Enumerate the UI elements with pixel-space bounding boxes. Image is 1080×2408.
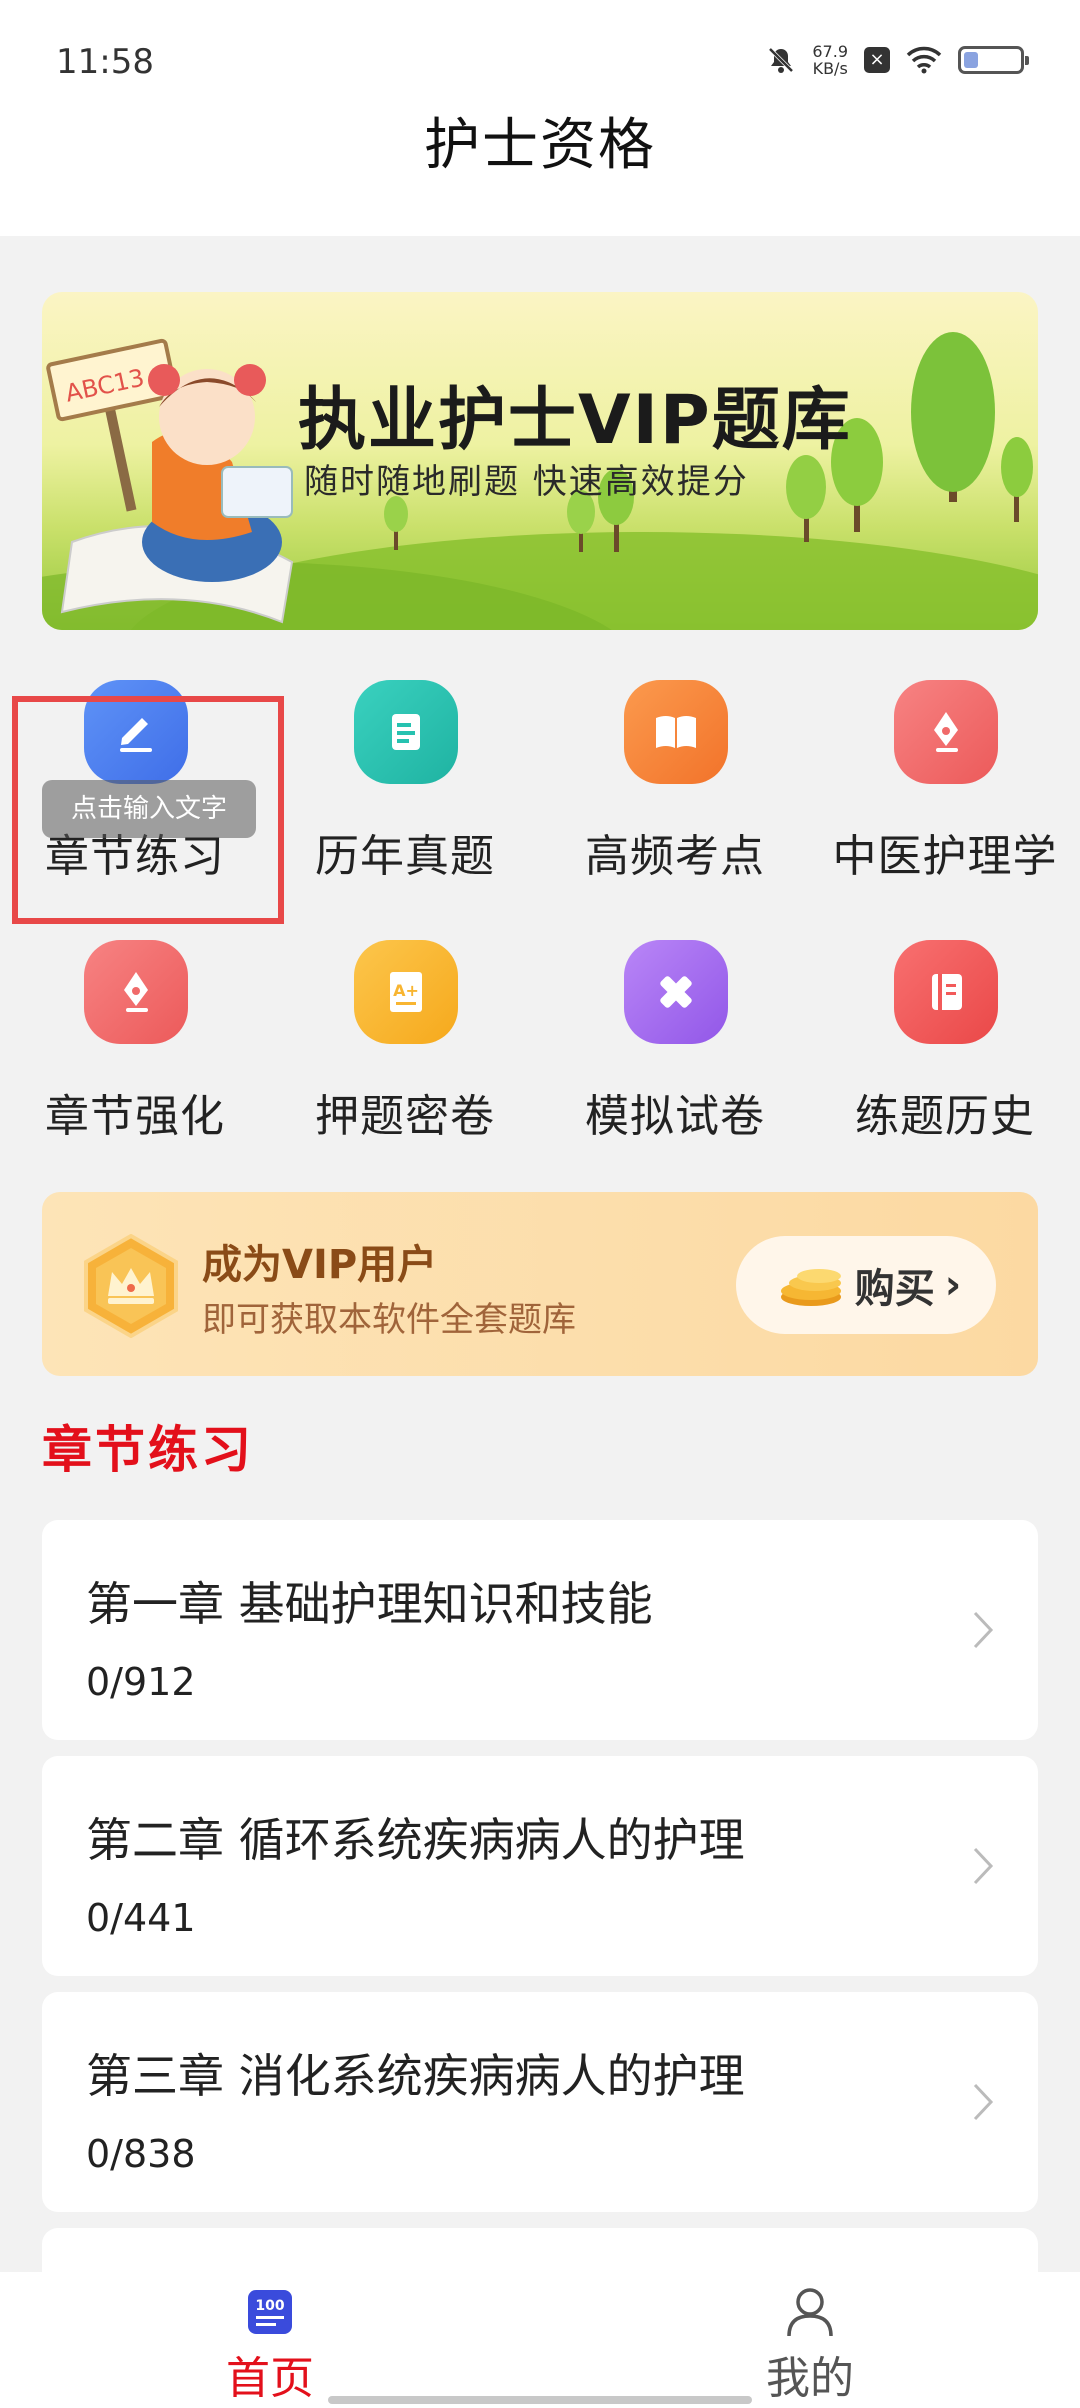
chevron-right-icon: [973, 1611, 994, 1649]
list-item[interactable]: 第三章 消化系统疾病病人的护理 0/838: [42, 1992, 1038, 2212]
banner-subtitle: 随时随地刷题 快速高效提分: [304, 462, 749, 502]
chevron-right-icon: ›: [944, 1262, 962, 1308]
coins-icon: [780, 1269, 841, 1306]
pen-nib-icon: [894, 680, 998, 784]
page-title: 护士资格: [424, 113, 656, 178]
buy-button[interactable]: 购买 ›: [736, 1236, 996, 1334]
grid-item-tcm-nursing[interactable]: 中医护理学: [810, 680, 1080, 930]
wifi-icon: [906, 46, 942, 74]
vip-card[interactable]: 成为VIP用户 即可获取本软件全套题库 购买 ›: [42, 1192, 1038, 1376]
grid-label: 押题密卷: [315, 1091, 495, 1142]
document-icon: [354, 680, 458, 784]
vip-title: 成为VIP用户: [202, 1242, 438, 1288]
home-100-icon: 100: [244, 2286, 296, 2338]
status-icons: 67.9 KB/s ×: [766, 40, 1029, 80]
chevron-right-icon: [973, 1847, 994, 1885]
home-indicator: [328, 2396, 752, 2404]
svg-text:A+: A+: [393, 981, 419, 1000]
bottom-nav: 100 首页 我的: [0, 2272, 1080, 2408]
close-notification-icon: ×: [864, 47, 890, 73]
chevron-right-icon: [973, 2083, 994, 2121]
chapter-progress: 0/912: [86, 1660, 196, 1704]
exam-paper-icon: A+: [354, 940, 458, 1044]
status-time: 11:58: [56, 42, 154, 82]
user-icon: [784, 2286, 836, 2338]
grid-label: 章节强化: [45, 1091, 225, 1142]
status-bar: 11:58 67.9 KB/s ×: [0, 0, 1080, 118]
grid-item-predicted-papers[interactable]: A+ 押题密卷: [270, 940, 540, 1190]
ruler-pencil-icon: [624, 940, 728, 1044]
promo-banner[interactable]: ABC13 执业护士VIP题库 随时随地刷题 快速高效提分: [42, 292, 1038, 630]
buy-label: 购买: [854, 1266, 935, 1312]
app-header: 护士资格: [0, 118, 1080, 236]
grid-label: 模拟试卷: [585, 1091, 765, 1142]
mute-icon: [768, 47, 794, 73]
tab-me[interactable]: 我的: [660, 2286, 960, 2406]
battery-icon: [958, 46, 1029, 74]
pen-nib-icon: [84, 940, 188, 1044]
chapter-progress: 0/838: [86, 2132, 196, 2176]
chapter-title: 第二章 循环系统疾病病人的护理: [86, 1813, 745, 1867]
chapter-title: 第一章 基础护理知识和技能: [86, 1577, 653, 1631]
battery-level: [964, 52, 978, 68]
selection-highlight: [12, 696, 284, 924]
tab-home[interactable]: 100 首页: [120, 2286, 420, 2406]
network-speed-value: 67.9: [812, 42, 848, 61]
chapter-title: 第三章 消化系统疾病病人的护理: [86, 2049, 745, 2103]
notebook-icon: [894, 940, 998, 1044]
grid-label: 练题历史: [855, 1091, 1035, 1142]
chapter-progress: 0/441: [86, 1896, 196, 1940]
grid-item-practice-history[interactable]: 练题历史: [810, 940, 1080, 1190]
grid-item-chapter-reinforce[interactable]: 章节强化: [0, 940, 270, 1190]
network-speed: 67.9 KB/s: [812, 43, 848, 77]
grid-item-past-exams[interactable]: 历年真题: [270, 680, 540, 930]
list-item[interactable]: 第一章 基础护理知识和技能 0/912: [42, 1520, 1038, 1740]
book-icon: [624, 680, 728, 784]
crown-badge-icon: [84, 1234, 178, 1338]
home-icon-text: 100: [255, 2298, 284, 2314]
vip-subtitle: 即可获取本软件全套题库: [202, 1300, 576, 1340]
grid-item-high-frequency-points[interactable]: 高频考点: [540, 680, 810, 930]
grid-label: 历年真题: [315, 831, 495, 882]
list-item[interactable]: 第二章 循环系统疾病病人的护理 0/441: [42, 1756, 1038, 1976]
grid-label: 中医护理学: [832, 831, 1058, 882]
network-speed-unit: KB/s: [812, 59, 848, 78]
grid-item-mock-papers[interactable]: 模拟试卷: [540, 940, 810, 1190]
grid-label: 高频考点: [585, 831, 765, 882]
banner-title: 执业护士VIP题库: [298, 381, 852, 460]
section-title: 章节练习: [42, 1421, 254, 1479]
